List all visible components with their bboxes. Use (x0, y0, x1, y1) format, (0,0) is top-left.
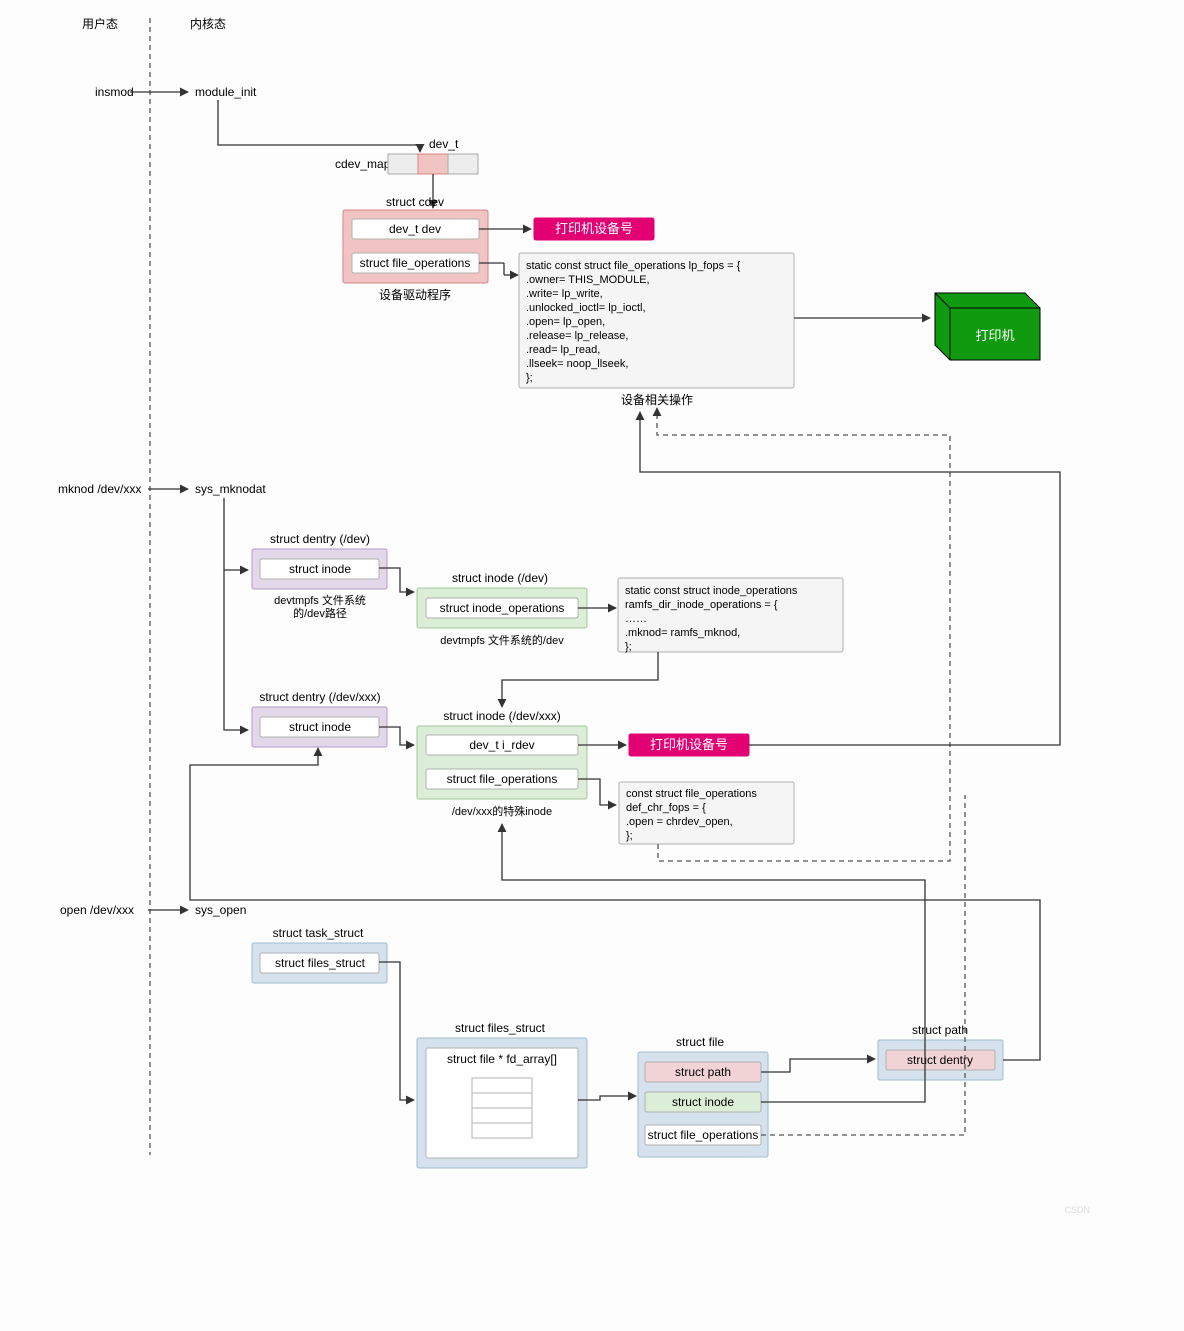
svg-text:struct files_struct: struct files_struct (275, 956, 366, 970)
inode-xxx-title: struct inode (/dev/xxx) (443, 709, 560, 723)
cmd-insmod: insmod (95, 85, 134, 99)
svg-text:dev_t dev: dev_t dev (389, 222, 441, 236)
svg-text:struct inode: struct inode (289, 562, 351, 576)
fd-row-1 (472, 1093, 532, 1108)
inode-dev-caption: devtmpfs 文件系统的/dev (440, 633, 564, 647)
watermark: CSDN (1064, 1205, 1090, 1215)
code-caption: 设备相关操作 (621, 392, 693, 407)
svg-text:dev_t i_rdev: dev_t i_rdev (469, 738, 534, 752)
kentry-sys-mknodat: sys_mknodat (195, 482, 266, 496)
fd-row-3 (472, 1123, 532, 1138)
inode-dev-title: struct inode (/dev) (452, 571, 548, 585)
svg-text:打印机设备号: 打印机设备号 (650, 737, 728, 752)
lbl-cdev-map: cdev_map (335, 157, 391, 171)
cdev-map-cell-0 (388, 154, 418, 174)
lbl-user-space: 用户态 (82, 16, 118, 31)
printer-cube: 打印机 (935, 293, 1040, 360)
lbl-kernel-space: 内核态 (190, 17, 226, 31)
cmd-mknod: mknod /dev/xxx (58, 482, 141, 496)
inode-xxx-caption: /dev/xxx的特殊inode (452, 804, 552, 818)
lbl-dev-t: dev_t (429, 137, 459, 151)
svg-text:struct file_operations: struct file_operations (447, 772, 558, 786)
svg-text:devtmpfs 文件系统的/dev路径: devtmpfs 文件系统的/dev路径 (274, 593, 366, 620)
svg-text:打印机: 打印机 (975, 328, 1014, 343)
svg-text:打印机设备号: 打印机设备号 (555, 221, 633, 236)
fd-row-0 (472, 1078, 532, 1093)
files-struct-title: struct files_struct (455, 1021, 546, 1035)
cdev-title: struct cdev (386, 195, 444, 209)
svg-text:struct inode: struct inode (289, 720, 351, 734)
cdev-caption: 设备驱动程序 (379, 287, 451, 302)
svg-text:struct file_operations: struct file_operations (648, 1128, 759, 1142)
fd-row-2 (472, 1108, 532, 1123)
svg-text:struct path: struct path (675, 1065, 731, 1079)
dentry-dev-title: struct dentry (/dev) (270, 532, 370, 546)
svg-text:struct inode_operations: struct inode_operations (440, 601, 565, 615)
struct-file-title: struct file (676, 1035, 724, 1049)
svg-text:struct inode: struct inode (672, 1095, 734, 1109)
svg-text:struct file * fd_array[]: struct file * fd_array[] (447, 1052, 557, 1066)
kentry-module-init: module_init (195, 85, 257, 99)
svg-text:struct dentry: struct dentry (907, 1053, 973, 1067)
dentry-xxx-title: struct dentry (/dev/xxx) (259, 690, 380, 704)
task-struct-title: struct task_struct (273, 926, 364, 940)
cdev-map-cell-2 (448, 154, 478, 174)
svg-text:struct file_operations: struct file_operations (360, 256, 471, 270)
cdev-map-cell-1 (418, 154, 448, 174)
cmd-open: open /dev/xxx (60, 903, 134, 917)
kentry-sys-open: sys_open (195, 903, 246, 917)
struct-path-title: struct path (912, 1023, 968, 1037)
